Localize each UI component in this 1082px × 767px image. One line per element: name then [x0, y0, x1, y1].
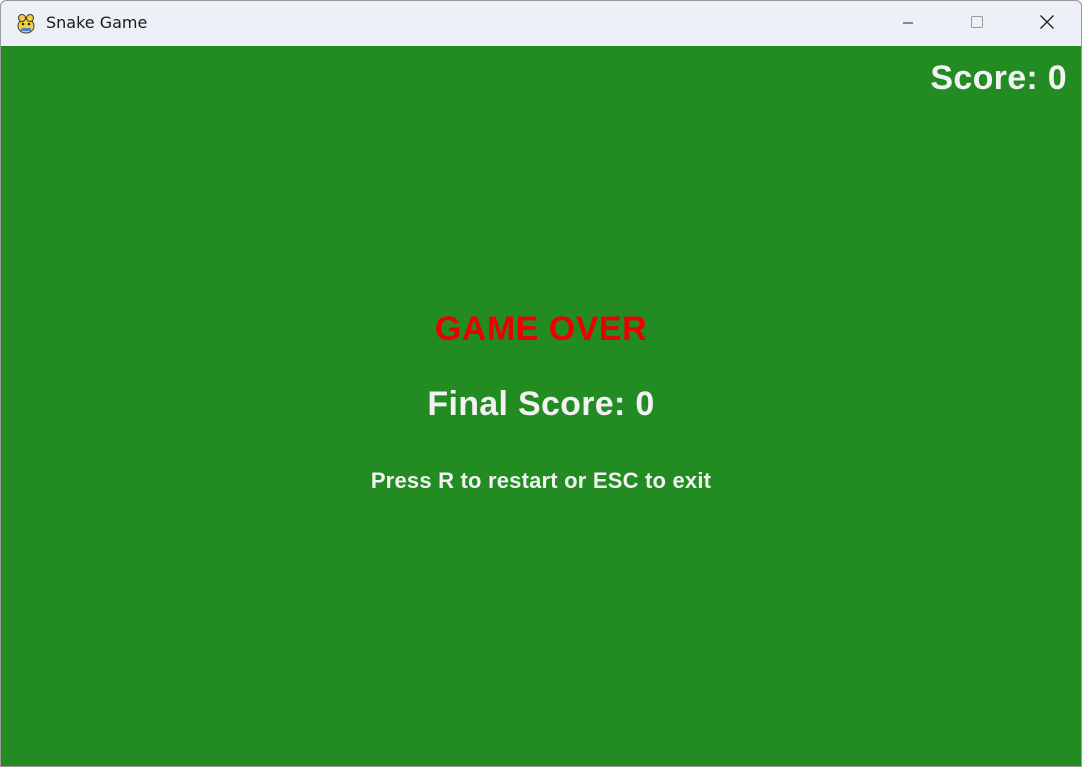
final-score-text: Final Score: 0 [427, 385, 655, 423]
score-display: Score: 0 [930, 59, 1067, 97]
minimize-icon [902, 14, 914, 33]
title-bar[interactable]: Snake Game [1, 1, 1081, 46]
maximize-icon [970, 14, 984, 33]
pygame-snake-icon [14, 11, 38, 35]
close-icon [1039, 14, 1055, 34]
maximize-button[interactable] [942, 1, 1012, 46]
game-canvas[interactable]: Score: 0 GAME OVER Final Score: 0 Press … [1, 46, 1081, 766]
window-title: Snake Game [46, 13, 148, 32]
minimize-button[interactable] [873, 1, 943, 46]
game-window: Snake Game Score: 0 GAME OVER Final Scor… [0, 0, 1082, 767]
restart-instructions: Press R to restart or ESC to exit [370, 468, 712, 493]
game-over-text: GAME OVER [434, 310, 648, 348]
close-button[interactable] [1012, 1, 1081, 46]
